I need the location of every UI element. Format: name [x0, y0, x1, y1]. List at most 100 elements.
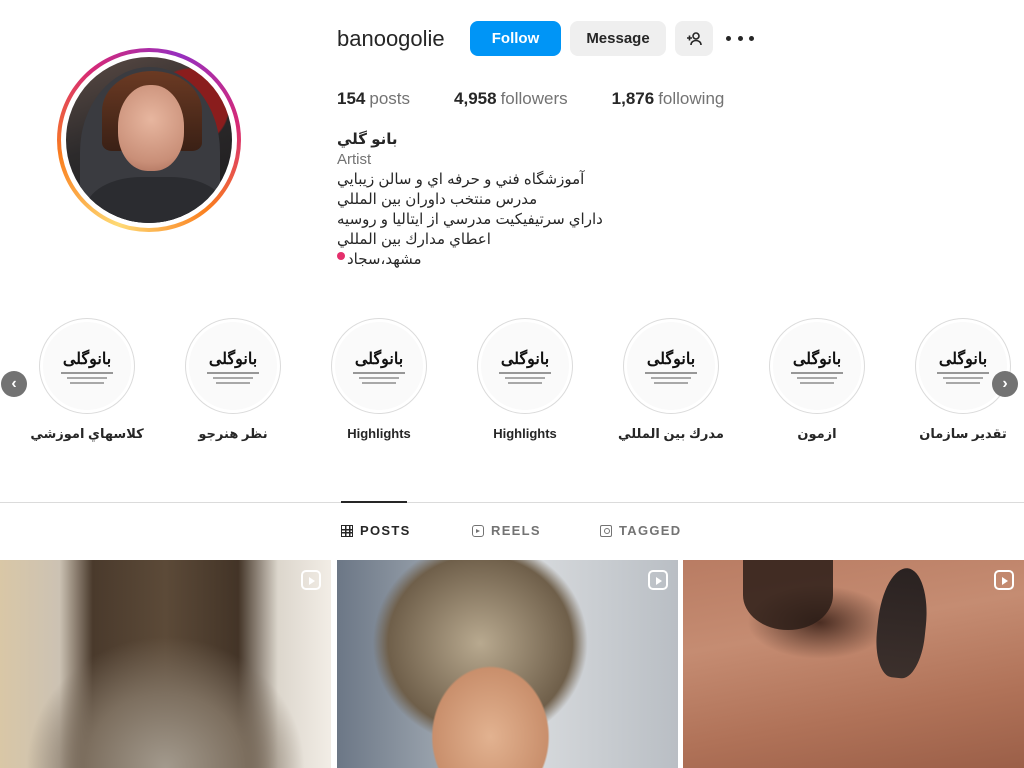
highlights-prev-button[interactable]: ‹: [1, 371, 27, 397]
bio-location-line: مشهد،سجاد: [337, 250, 637, 270]
tab-posts[interactable]: POSTS: [341, 523, 411, 538]
more-dot: [737, 35, 743, 41]
post-eye-detail: [743, 560, 833, 630]
highlight-item[interactable]: بانوگلی نظر هنرجو: [173, 318, 293, 442]
highlight-cover: بانوگلی: [623, 318, 719, 414]
highlight-cover: بانوگلی: [185, 318, 281, 414]
pin-icon: [337, 252, 345, 260]
highlight-logo-line: [800, 381, 834, 384]
posts-stat: 154 posts: [337, 89, 410, 109]
suggest-user-button[interactable]: [675, 21, 713, 56]
highlight-logo-line: [797, 376, 837, 379]
highlight-label: كلاسهاي اموزشي: [30, 426, 144, 441]
highlight-cover-inner: بانوگلی: [335, 322, 423, 410]
highlight-logo-line: [654, 381, 688, 384]
highlight-cover: بانوگلی: [331, 318, 427, 414]
avatar-body: [86, 177, 226, 223]
reel-badge-icon: [301, 570, 321, 590]
more-dot: [726, 35, 731, 41]
highlight-cover: بانوگلی: [915, 318, 1011, 414]
highlight-item[interactable]: بانوگلی ازمون: [757, 318, 877, 442]
following-label: following: [658, 89, 725, 108]
tab-reels-label: REELS: [491, 523, 541, 538]
highlight-logo-line: [70, 381, 104, 384]
highlight-item[interactable]: بانوگلی Highlights: [465, 318, 585, 441]
highlight-logo-text: بانوگلی: [646, 348, 696, 368]
highlight-label: تقدير سازمان: [919, 426, 1007, 441]
highlight-cover-inner: بانوگلی: [919, 322, 1007, 410]
highlight-logo-text: بانوگلی: [62, 348, 112, 368]
highlight-item[interactable]: بانوگلی Highlights: [319, 318, 439, 441]
highlight-logo-text: بانوگلی: [354, 348, 404, 368]
highlight-logo-text: بانوگلی: [500, 348, 550, 368]
highlight-logo-line: [505, 376, 545, 379]
highlight-logo-line: [791, 371, 843, 374]
highlight-cover: بانوگلی: [769, 318, 865, 414]
post-thumbnail[interactable]: [0, 560, 331, 768]
tab-tagged-label: TAGGED: [619, 523, 682, 538]
highlight-logo-text: بانوگلی: [208, 348, 258, 368]
highlight-logo-line: [645, 371, 697, 374]
bio-category: Artist: [337, 151, 372, 168]
followers-label: followers: [500, 89, 568, 108]
highlight-cover-inner: بانوگلی: [189, 322, 277, 410]
bio-full-name: بانو گلي: [337, 131, 398, 148]
highlight-logo-line: [353, 371, 405, 374]
bio-line: مدرس منتخب داوران بين المللي: [337, 191, 538, 208]
highlight-logo-line: [67, 376, 107, 379]
followers-stat[interactable]: 4,958 followers: [454, 89, 568, 109]
highlight-label: ازمون: [797, 426, 837, 441]
tagged-icon: [600, 524, 612, 537]
more-dot: [749, 35, 754, 41]
highlight-cover: بانوگلی: [39, 318, 135, 414]
highlight-cover-inner: بانوگلی: [481, 322, 569, 410]
profile-username: banoogolie: [337, 26, 445, 51]
avatar-border: [61, 52, 237, 228]
grid-icon: [341, 524, 353, 537]
highlight-label: نظر هنرجو: [198, 426, 268, 441]
highlight-logo-line: [651, 376, 691, 379]
highlight-cover-inner: بانوگلی: [627, 322, 715, 410]
tabs-divider: [0, 502, 1024, 503]
add-user-icon: [687, 31, 702, 45]
follow-button[interactable]: Follow: [470, 21, 561, 56]
highlight-item[interactable]: بانوگلی مدرك بين المللي: [611, 318, 731, 442]
bio-line: اعطاي مدارك بين المللي: [337, 231, 491, 248]
bio-line: آموزشگاه فني و حرفه اي و سالن زيبايي: [337, 171, 585, 188]
highlight-logo-line: [499, 371, 551, 374]
profile-avatar[interactable]: [57, 48, 241, 232]
highlights-next-button[interactable]: ›: [992, 371, 1018, 397]
highlight-item[interactable]: بانوگلی كلاسهاي اموزشي: [27, 318, 147, 442]
post-thumbnail[interactable]: [337, 560, 678, 768]
highlight-label: Highlights: [493, 426, 557, 441]
more-options-icon[interactable]: [726, 28, 754, 48]
highlight-label: Highlights: [347, 426, 411, 441]
following-stat[interactable]: 1,876 following: [612, 89, 725, 109]
highlight-cover-inner: بانوگلی: [773, 322, 861, 410]
highlight-logo-text: بانوگلی: [792, 348, 842, 368]
active-tab-indicator: [341, 501, 407, 503]
reel-badge-icon: [994, 570, 1014, 590]
reel-badge-icon: [648, 570, 668, 590]
tab-reels[interactable]: REELS: [472, 523, 541, 538]
bio-location-text: مشهد،سجاد: [347, 251, 422, 268]
highlight-logo-line: [213, 376, 253, 379]
highlight-logo-line: [362, 381, 396, 384]
tab-tagged[interactable]: TAGGED: [600, 523, 681, 538]
avatar-photo: [66, 57, 232, 223]
message-button[interactable]: Message: [570, 21, 666, 56]
highlight-logo-line: [61, 371, 113, 374]
avatar-face: [118, 85, 184, 171]
profile-stats: 154 posts 4,958 followers 1,876 following: [337, 89, 768, 109]
highlight-logo-line: [943, 376, 983, 379]
highlight-cover: بانوگلی: [477, 318, 573, 414]
profile-bio: بانو گلي Artist آموزشگاه فني و حرفه اي و…: [337, 130, 637, 270]
post-brow-detail: [872, 565, 932, 681]
post-thumbnail[interactable]: [683, 560, 1024, 768]
bio-line: داراي سرتيفيكيت مدرسي از ايتاليا و روسيه: [337, 211, 603, 228]
posts-label: posts: [369, 89, 411, 108]
reels-icon: [472, 524, 484, 537]
highlight-logo-line: [946, 381, 980, 384]
chevron-left-icon: ‹: [11, 375, 17, 392]
highlight-logo-text: بانوگلی: [938, 348, 988, 368]
